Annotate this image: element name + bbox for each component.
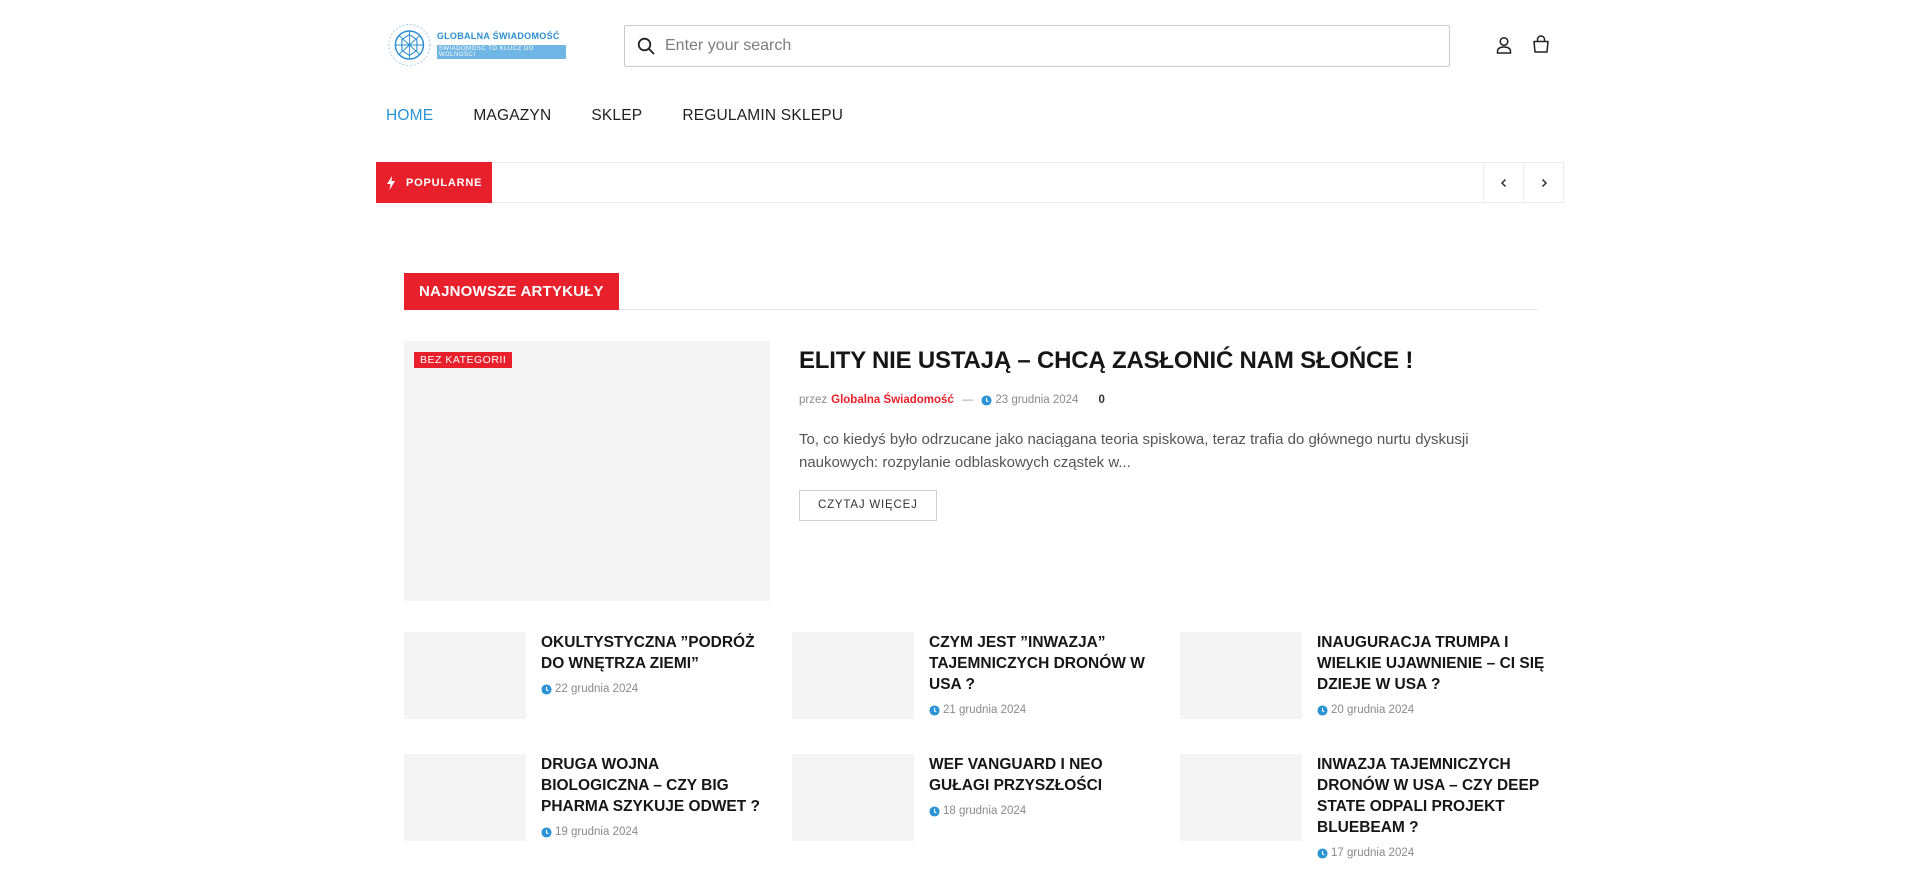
lightning-bolt-icon: [387, 175, 395, 190]
post-thumbnail[interactable]: [1180, 754, 1302, 841]
clock-icon: [981, 394, 992, 406]
post-title[interactable]: DRUGA WOJNA BIOLOGICZNA – CZY BIG PHARMA…: [541, 754, 769, 817]
meta-author[interactable]: Globalna Świadomość: [831, 394, 954, 406]
featured-article: ELITY NIE USTAJĄ – CHCĄ ZASŁONIĆ NAM SŁO…: [799, 344, 1539, 521]
post-date-text: 22 grudnia 2024: [555, 683, 639, 695]
featured-excerpt: To, co kiedyś było odrzucane jako naciąg…: [799, 431, 1469, 471]
meta-date: 23 grudnia 2024: [995, 394, 1079, 406]
chevron-left-icon: [1500, 178, 1506, 187]
post-date: 20 grudnia 2024: [1317, 704, 1545, 716]
clock-icon: [541, 683, 552, 695]
latest-articles-section: NAJNOWSZE ARTYKUŁY: [404, 273, 1538, 310]
clock-icon: [929, 704, 940, 716]
post-thumbnail[interactable]: [792, 632, 914, 719]
clock-icon: [929, 805, 940, 817]
post-title[interactable]: WEF VANGUARD I NEO GUŁAGI PRZYSZŁOŚCI: [929, 754, 1157, 796]
ticker-next-button[interactable]: [1523, 162, 1564, 203]
ticker-label: POPULARNE: [376, 162, 492, 203]
post-date-text: 21 grudnia 2024: [943, 704, 1027, 716]
main-navigation: HOME MAGAZYN SKLEP REGULAMIN SKLEPU: [386, 104, 883, 128]
post-date: 18 grudnia 2024: [929, 805, 1157, 817]
logo-name: GLOBALNA ŚWIADOMOŚĆ: [436, 31, 560, 41]
post-date-text: 19 grudnia 2024: [555, 826, 639, 838]
post-thumbnail[interactable]: [404, 754, 526, 841]
post-date: 19 grudnia 2024: [541, 826, 769, 838]
featured-meta: przez Globalna Świadomość — 23 grudnia 2…: [799, 394, 1539, 406]
user-account-icon[interactable]: [1494, 35, 1514, 55]
post-date: 17 grudnia 2024: [1317, 847, 1545, 859]
site-header: GLOBALNA ŚWIADOMOŚĆ ŚWIADOMOŚĆ TO KLUCZ …: [376, 0, 1562, 90]
post-date-text: 20 grudnia 2024: [1331, 704, 1415, 716]
post-title[interactable]: OKULTYSTYCZNA ”PODRÓŻ DO WNĘTRZA ZIEMI”: [541, 632, 769, 674]
post-title[interactable]: INAUGURACJA TRUMPA I WIELKIE UJAWNIENIE …: [1317, 632, 1545, 695]
search-icon[interactable]: [637, 37, 655, 55]
search-input[interactable]: [665, 37, 1425, 55]
globe-logo-icon: [388, 23, 431, 67]
post-thumbnail[interactable]: [404, 632, 526, 719]
read-more-button[interactable]: CZYTAJ WIĘCEJ: [799, 490, 937, 521]
section-header: NAJNOWSZE ARTYKUŁY: [404, 273, 1538, 310]
post-date: 21 grudnia 2024: [929, 704, 1157, 716]
nav-item-magazyn[interactable]: MAGAZYN: [473, 104, 551, 128]
nav-item-regulamin[interactable]: REGULAMIN SKLEPU: [682, 104, 843, 128]
shopping-bag-icon[interactable]: [1531, 34, 1551, 54]
popular-ticker: POPULARNE: [376, 162, 1564, 203]
chevron-right-icon: [1541, 178, 1547, 187]
meta-by: przez: [799, 394, 828, 406]
logo-tagline: ŚWIADOMOŚĆ TO KLUCZ DO WOLNOŚCI: [436, 45, 566, 59]
nav-item-sklep[interactable]: SKLEP: [591, 104, 642, 128]
ticker-prev-button[interactable]: [1483, 162, 1524, 203]
meta-separator: —: [961, 394, 974, 406]
clock-icon: [541, 826, 552, 838]
featured-thumbnail[interactable]: BEZ KATEGORII: [404, 341, 770, 601]
post-date-text: 18 grudnia 2024: [943, 805, 1027, 817]
post-thumbnail[interactable]: [1180, 632, 1302, 719]
search-bar: [624, 25, 1450, 67]
clock-icon: [1317, 704, 1328, 716]
category-badge[interactable]: BEZ KATEGORII: [414, 352, 513, 368]
post-date: 22 grudnia 2024: [541, 683, 769, 695]
post-date-text: 17 grudnia 2024: [1331, 847, 1415, 859]
post-title[interactable]: CZYM JEST ”INWAZJA” TAJEMNICZYCH DRONÓW …: [929, 632, 1157, 695]
meta-comments-count[interactable]: 0: [1098, 394, 1104, 406]
post-title[interactable]: INWAZJA TAJEMNICZYCH DRONÓW W USA – CZY …: [1317, 754, 1545, 838]
post-thumbnail[interactable]: [792, 754, 914, 841]
featured-title[interactable]: ELITY NIE USTAJĄ – CHCĄ ZASŁONIĆ NAM SŁO…: [799, 344, 1539, 378]
site-logo[interactable]: GLOBALNA ŚWIADOMOŚĆ ŚWIADOMOŚĆ TO KLUCZ …: [386, 16, 566, 74]
ticker-label-text: POPULARNE: [406, 176, 483, 189]
nav-item-home[interactable]: HOME: [386, 104, 433, 128]
section-title: NAJNOWSZE ARTYKUŁY: [404, 273, 619, 310]
clock-icon: [1317, 847, 1328, 859]
